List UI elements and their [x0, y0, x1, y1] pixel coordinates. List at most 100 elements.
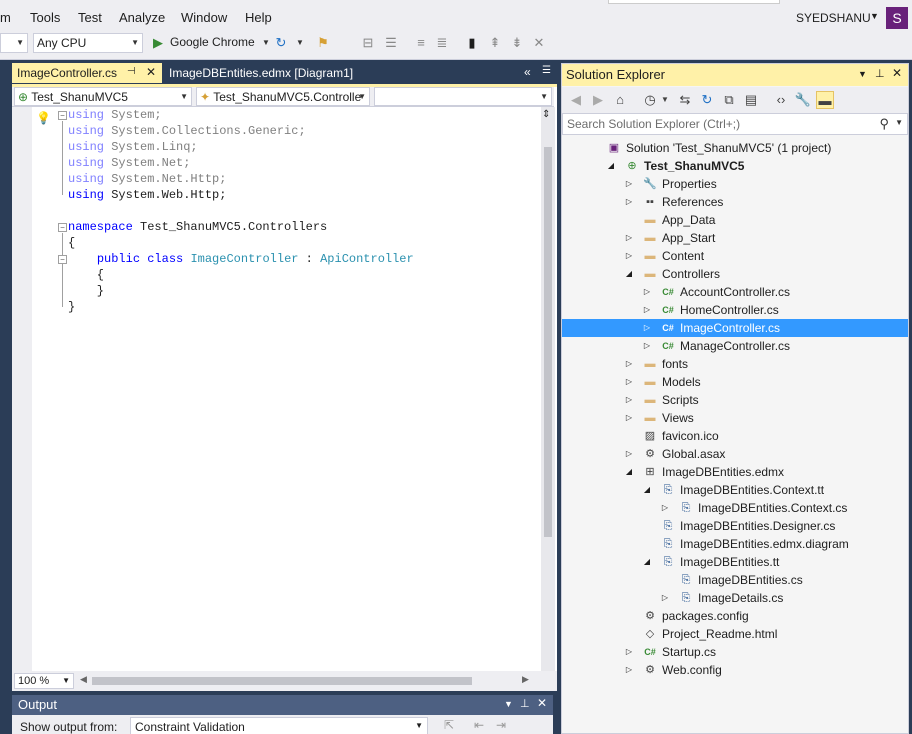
scroll-right-icon[interactable]: ▶ [522, 674, 529, 685]
tree-node[interactable]: ◢ ⎘ ImageDBEntities.Context.tt [562, 481, 908, 499]
tree-node[interactable]: ▷ ⎘ ImageDBEntities.Context.cs [562, 499, 908, 517]
menu-item-partial[interactable]: m [0, 10, 11, 25]
run-icon[interactable]: ▶ [150, 34, 166, 52]
tree-node[interactable]: ▷ ▬ App_Start [562, 229, 908, 247]
tree-node[interactable]: ▷ C# AccountController.cs [562, 283, 908, 301]
code-line[interactable]: using System.Linq; [68, 139, 414, 155]
tree-node[interactable]: ▨ favicon.ico [562, 427, 908, 445]
bookmark-toggle-icon[interactable]: ⊟ [360, 34, 376, 52]
tree-node[interactable]: ▣ Solution 'Test_ShanuMVC5' (1 project) [562, 139, 908, 157]
code-line[interactable] [68, 203, 414, 219]
project-combo[interactable]: ⊕ Test_ShanuMVC5 ▼ [14, 87, 192, 106]
bookmark-icon[interactable]: ▮ [464, 34, 480, 52]
code-line[interactable]: public class ImageController : ApiContro… [68, 251, 414, 267]
goto-line-icon[interactable]: ⇱ [444, 718, 454, 732]
tree-node[interactable]: ▷ ⚙ Global.asax [562, 445, 908, 463]
menu-item-test[interactable]: Test [78, 10, 102, 25]
tree-node[interactable]: ▷ ⎘ ImageDetails.cs [562, 589, 908, 607]
quick-launch-input[interactable] [608, 0, 780, 4]
menu-item-analyze[interactable]: Analyze [119, 10, 165, 25]
refresh-icon[interactable]: ↻ [273, 34, 289, 52]
show-all-files-icon[interactable]: ▤ [742, 91, 760, 109]
tree-node[interactable]: ▷ ▪▪ References [562, 193, 908, 211]
chevron-down-icon[interactable]: ▼ [258, 34, 274, 52]
chevron-down-icon[interactable]: ▼ [895, 118, 903, 127]
menu-item-window[interactable]: Window [181, 10, 227, 25]
user-name[interactable]: SYEDSHANU [796, 11, 871, 25]
close-icon[interactable]: ✕ [146, 65, 156, 79]
code-line[interactable]: using System.Web.Http; [68, 187, 414, 203]
collapsed-arrow-icon[interactable]: ▷ [624, 355, 634, 373]
code-line[interactable]: using System; [68, 107, 414, 123]
expanded-arrow-icon[interactable]: ◢ [642, 481, 652, 499]
tree-node[interactable]: ▷ C# ManageController.cs [562, 337, 908, 355]
collapsed-arrow-icon[interactable]: ▷ [624, 643, 634, 661]
tree-node[interactable]: ▷ ▬ fonts [562, 355, 908, 373]
chevron-down-icon[interactable]: ▼ [504, 699, 513, 709]
chevron-down-icon[interactable]: ▼ [858, 69, 867, 79]
collapsed-arrow-icon[interactable]: ▷ [624, 373, 634, 391]
tab-dropdown-icon[interactable]: ☰ [542, 65, 551, 76]
code-line[interactable]: { [68, 235, 414, 251]
expanded-arrow-icon[interactable]: ◢ [624, 265, 634, 283]
back-icon[interactable]: ◀ [567, 91, 585, 109]
pin-icon[interactable]: ⊥ [875, 67, 885, 80]
collapsed-arrow-icon[interactable]: ▷ [624, 661, 634, 679]
zoom-combo[interactable]: 100 % ▼ [14, 673, 74, 689]
collapsed-arrow-icon[interactable]: ▷ [624, 391, 634, 409]
tree-node[interactable]: ▷ ▬ Models [562, 373, 908, 391]
tree-node[interactable]: ▷ C# HomeController.cs [562, 301, 908, 319]
run-button-label[interactable]: Google Chrome [170, 35, 255, 49]
collapsed-arrow-icon[interactable]: ▷ [624, 247, 634, 265]
tree-node[interactable]: ⎘ ImageDBEntities.Designer.cs [562, 517, 908, 535]
next-bookmark-icon[interactable]: ⇟ [509, 34, 525, 52]
code-line[interactable]: } [68, 299, 414, 315]
code-text[interactable]: using System; using System.Collections.Ge… [68, 107, 414, 315]
collapsed-arrow-icon[interactable]: ▷ [660, 499, 670, 517]
collapse-icon[interactable]: − [58, 111, 67, 120]
chevron-down-icon[interactable]: ▼ [292, 34, 308, 52]
next-message-icon[interactable]: ⇥ [496, 718, 506, 732]
tree-node[interactable]: ⎘ ImageDBEntities.cs [562, 571, 908, 589]
close-icon[interactable]: ✕ [537, 696, 547, 710]
uncomment-icon[interactable]: ≣ [434, 34, 450, 52]
expanded-arrow-icon[interactable]: ◢ [624, 463, 634, 481]
collapsed-arrow-icon[interactable]: ▷ [624, 229, 634, 247]
tree-node[interactable]: ▷ C# Startup.cs [562, 643, 908, 661]
collapse-icon[interactable]: − [58, 255, 67, 264]
member-combo[interactable]: ▼ [374, 87, 552, 106]
tree-node[interactable]: ⚙ packages.config [562, 607, 908, 625]
code-line[interactable]: using System.Collections.Generic; [68, 123, 414, 139]
prev-bookmark-icon[interactable]: ⇞ [487, 34, 503, 52]
user-avatar[interactable]: S [886, 7, 908, 29]
lightbulb-icon[interactable]: 💡 [36, 111, 51, 125]
pin-icon[interactable]: ⊣ [127, 66, 136, 77]
code-line[interactable]: namespace Test_ShanuMVC5.Controllers [68, 219, 414, 235]
code-editor[interactable]: ⊕ Test_ShanuMVC5 ▼ ✦ Test_ShanuMVC5.Cont… [12, 84, 557, 691]
scroll-thumb[interactable] [544, 147, 552, 537]
tree-node[interactable]: ▷ ▬ Views [562, 409, 908, 427]
tab-overflow-icon[interactable]: « [524, 65, 531, 79]
tab-edmx-diagram[interactable]: ImageDBEntities.edmx [Diagram1] [164, 63, 374, 83]
expanded-arrow-icon[interactable]: ◢ [606, 157, 616, 175]
class-combo[interactable]: ✦ Test_ShanuMVC5.Controlle ▼ [196, 87, 370, 106]
prev-message-icon[interactable]: ⇤ [474, 718, 484, 732]
tree-node[interactable]: ◇ Project_Readme.html [562, 625, 908, 643]
solution-search-input[interactable]: Search Solution Explorer (Ctrl+;) ⚲ ▼ [562, 113, 908, 135]
preview-icon[interactable]: ▬ [816, 91, 834, 109]
collapsed-arrow-icon[interactable]: ▷ [642, 301, 652, 319]
config-combo[interactable]: ▼ [0, 33, 28, 53]
find-icon[interactable]: ⚑ [315, 34, 331, 52]
menu-item-tools[interactable]: Tools [30, 10, 60, 25]
output-source-combo[interactable]: Constraint Validation ▼ [130, 717, 428, 734]
properties-icon[interactable]: 🔧 [794, 91, 812, 109]
collapsed-arrow-icon[interactable]: ▷ [660, 589, 670, 607]
refresh-icon[interactable]: ↻ [698, 91, 716, 109]
collapsed-arrow-icon[interactable]: ▷ [642, 319, 652, 337]
close-icon[interactable]: ✕ [892, 66, 902, 80]
platform-combo[interactable]: Any CPU ▼ [33, 33, 143, 53]
code-line[interactable]: } [68, 283, 414, 299]
scroll-left-icon[interactable]: ◀ [80, 674, 87, 685]
clear-bookmark-icon[interactable]: ✕ [531, 34, 547, 52]
collapsed-arrow-icon[interactable]: ▷ [642, 337, 652, 355]
